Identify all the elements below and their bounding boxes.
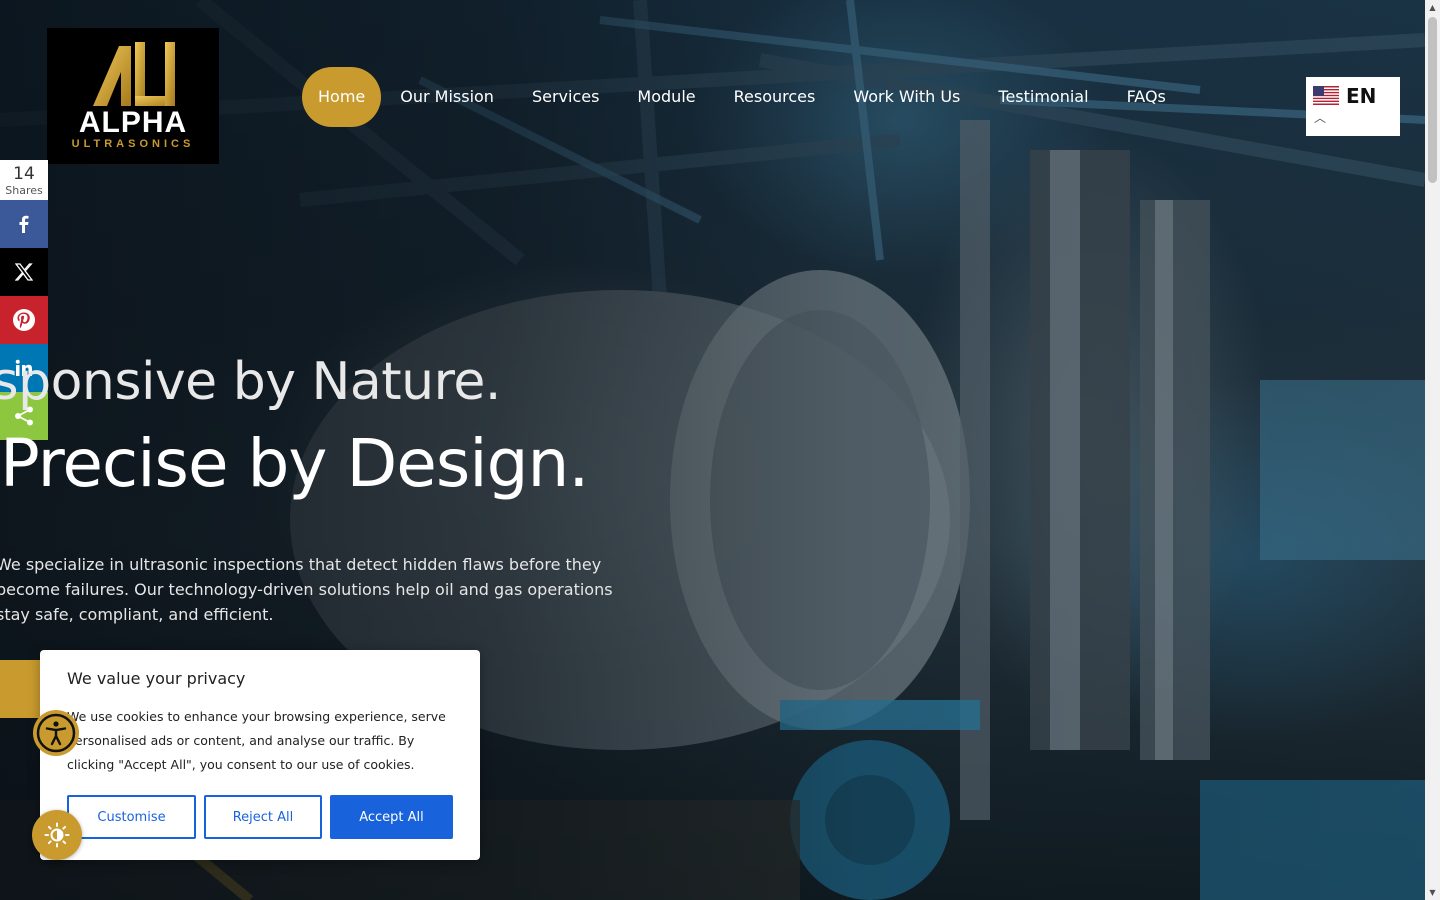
logo-tagline-text: ULTRASONICS	[71, 138, 195, 150]
language-selector[interactable]: EN ︿	[1306, 77, 1400, 136]
share-counter: 14 Shares	[0, 160, 48, 200]
facebook-icon	[19, 215, 29, 233]
accessibility-icon	[36, 713, 76, 753]
page-scrollbar[interactable]: ▲ ▼	[1425, 0, 1440, 900]
cookie-title: We value your privacy	[67, 669, 246, 688]
chevron-up-icon[interactable]: ︿	[1314, 109, 1326, 126]
share-facebook-button[interactable]	[0, 200, 48, 248]
nav-item-our-mission[interactable]: Our Mission	[381, 67, 513, 127]
share-x-button[interactable]	[0, 248, 48, 296]
hero-headline-line2: Precise by Design.	[0, 425, 589, 502]
scrollbar-thumb[interactable]	[1428, 17, 1437, 183]
sun-icon	[44, 822, 70, 848]
share-count-label: Shares	[5, 184, 43, 197]
site-logo[interactable]: ALPHA ULTRASONICS	[47, 28, 219, 164]
hero-headline-line1: esponsive by Nature.	[0, 352, 501, 412]
cookie-customise-button[interactable]: Customise	[67, 795, 196, 839]
scroll-up-arrow-icon[interactable]: ▲	[1425, 0, 1440, 15]
cookie-reject-all-button[interactable]: Reject All	[204, 795, 322, 839]
nav-item-home[interactable]: Home	[302, 67, 382, 127]
language-code: EN	[1346, 84, 1377, 108]
nav-item-module[interactable]: Module	[618, 67, 714, 127]
accessibility-widget-button[interactable]	[33, 710, 79, 756]
cookie-accept-all-button[interactable]: Accept All	[330, 795, 453, 839]
nav-item-testimonial[interactable]: Testimonial	[979, 67, 1107, 127]
us-flag-icon	[1313, 86, 1339, 105]
nav-item-work-with-us[interactable]: Work With Us	[834, 67, 979, 127]
x-icon	[15, 263, 33, 281]
share-pinterest-button[interactable]	[0, 296, 48, 344]
alpha-logo-mark-icon	[93, 42, 175, 106]
logo-brand-text: ALPHA	[78, 106, 188, 139]
pinterest-icon	[13, 309, 35, 331]
nav-item-faqs[interactable]: FAQs	[1108, 67, 1185, 127]
main-navigation: Home Our Mission Services Module Resourc…	[302, 67, 1185, 127]
theme-toggle-button[interactable]	[32, 810, 82, 860]
cookie-text: We use cookies to enhance your browsing …	[67, 709, 446, 772]
scroll-down-arrow-icon[interactable]: ▼	[1425, 885, 1440, 900]
hero-description: We specialize in ultrasonic inspections …	[0, 555, 613, 624]
share-count-number: 14	[13, 164, 35, 184]
nav-item-services[interactable]: Services	[513, 67, 618, 127]
nav-item-resources[interactable]: Resources	[715, 67, 835, 127]
cookie-consent-banner: We value your privacy We use cookies to …	[40, 650, 480, 860]
